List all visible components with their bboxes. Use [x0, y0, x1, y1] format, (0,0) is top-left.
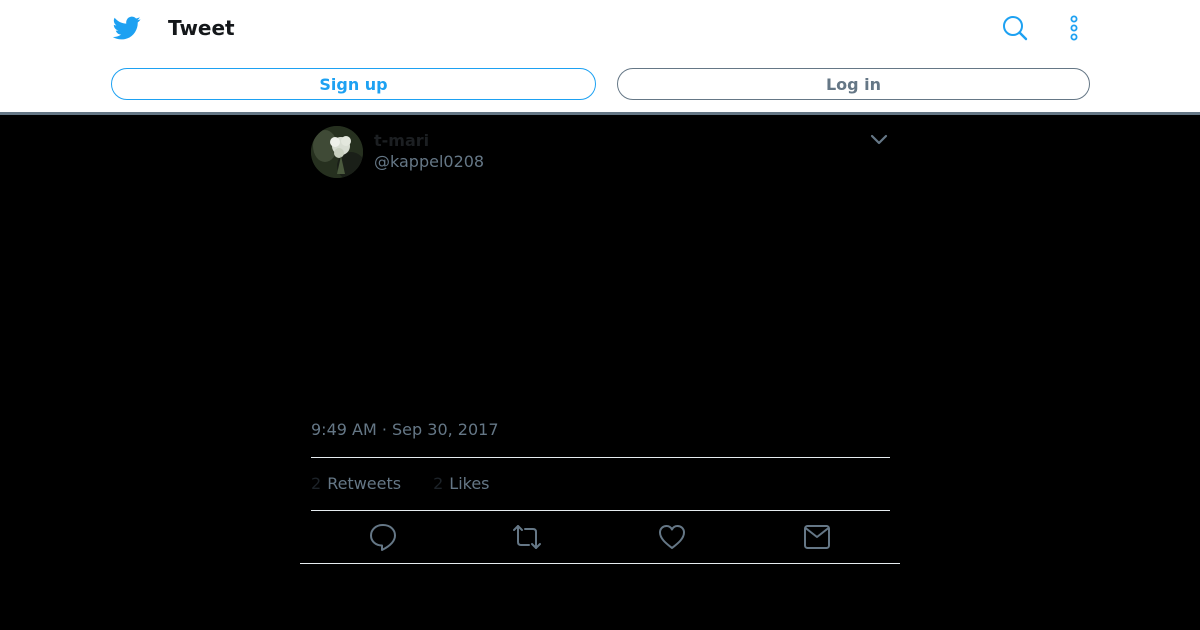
retweets-count: 2 [311, 474, 322, 493]
divider [311, 510, 890, 511]
likes-stat[interactable]: 2 Likes [433, 474, 489, 494]
signup-button[interactable]: Sign up [111, 68, 596, 100]
tweet-timestamp[interactable]: 9:49 AM · Sep 30, 2017 [311, 420, 499, 440]
divider [311, 457, 890, 458]
tweet-stats: 2 Retweets 2 Likes [311, 474, 522, 494]
likes-count: 2 [433, 474, 444, 493]
display-name[interactable]: t-mari [374, 131, 429, 151]
like-icon[interactable] [657, 522, 687, 552]
search-icon[interactable] [1002, 15, 1028, 41]
top-header: Tweet Sign up Log in [0, 0, 1200, 113]
twitter-bird-icon[interactable] [112, 14, 142, 42]
retweets-stat[interactable]: 2 Retweets [311, 474, 401, 494]
login-button[interactable]: Log in [617, 68, 1090, 100]
likes-label: Likes [449, 474, 490, 493]
direct-message-icon[interactable] [802, 522, 832, 552]
header-divider [0, 112, 1200, 115]
user-handle[interactable]: @kappel0208 [374, 152, 484, 172]
avatar-flower-image [311, 126, 363, 178]
retweet-icon[interactable] [512, 522, 542, 552]
reply-icon[interactable] [368, 522, 398, 552]
page-title: Tweet [168, 16, 235, 40]
divider [300, 563, 900, 564]
avatar[interactable] [311, 126, 363, 178]
chevron-down-icon[interactable] [868, 132, 890, 148]
more-vertical-icon[interactable] [1064, 14, 1084, 42]
retweets-label: Retweets [327, 474, 402, 493]
